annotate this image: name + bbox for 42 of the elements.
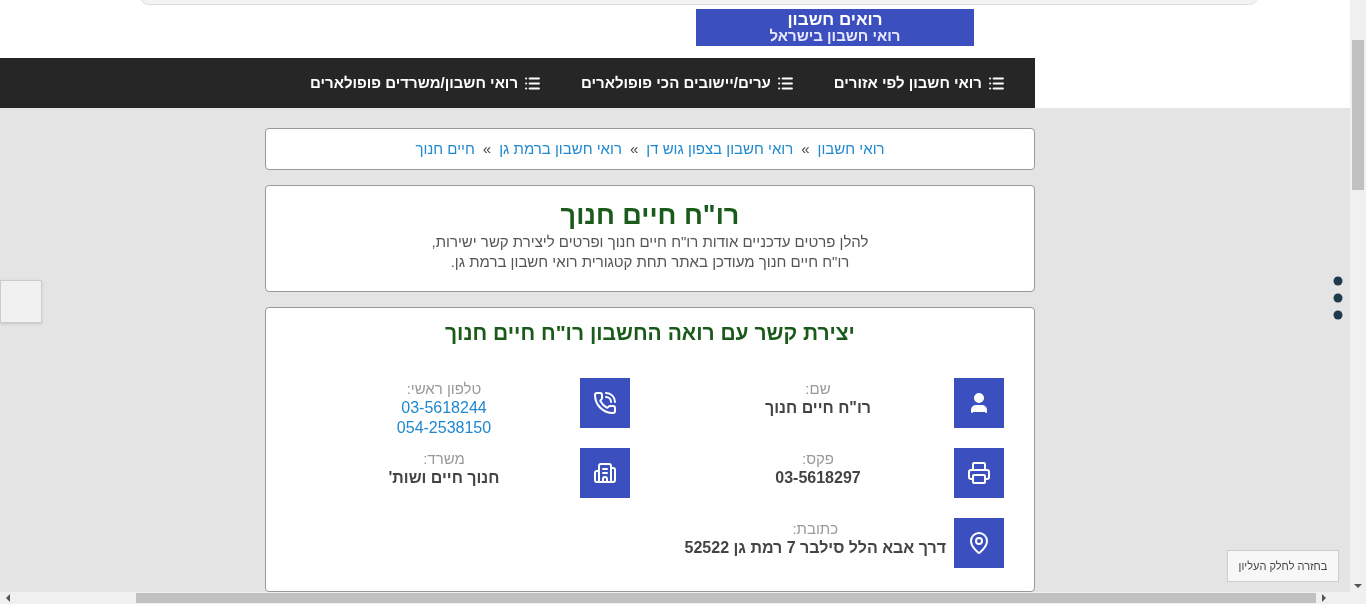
contact-title: יצירת קשר עם רואה החשבון רו"ח חיים חנוך (444, 320, 856, 346)
nav-link[interactable]: רואי חשבון/משרדים פופולארים (310, 71, 542, 95)
field-label: שם: (805, 379, 831, 398)
intro-text: להלן פרטים עדכניים אודות רו"ח חיים חנוך ופרטים ליצירת קשר ישירות, (431, 232, 869, 252)
site-logo[interactable]: רואים חשבון רואי חשבון בישראל (696, 9, 974, 46)
scroll-down-arrow-icon[interactable] (1354, 584, 1362, 588)
scroll-left-arrow-icon[interactable] (6, 594, 10, 602)
vertical-scrollbar-thumb[interactable] (1352, 40, 1364, 190)
field-label: משרד: (423, 449, 465, 468)
field-value: דרך אבא הלל סילבר 7 רמת גן 52522 (684, 538, 946, 558)
phone-icon (593, 391, 617, 415)
breadcrumb-link[interactable]: רואי חשבון (817, 137, 885, 161)
breadcrumb-separator: » (629, 138, 639, 159)
horizontal-scrollbar-thumb[interactable] (136, 593, 1316, 603)
nav-link[interactable]: ערים/יישובים הכי פופולארים (581, 71, 794, 95)
scroll-right-arrow-icon[interactable] (1322, 594, 1326, 602)
list-icon (524, 74, 542, 92)
breadcrumb-link[interactable]: רואי חשבון ברמת גן (499, 137, 622, 161)
field-value: 03-5618297 (775, 468, 861, 488)
map-pin-icon (967, 531, 991, 555)
more-dots-icon[interactable] (1333, 276, 1343, 322)
logo-title: רואים חשבון (787, 11, 883, 28)
nav-link[interactable]: רואי חשבון לפי אזורים (833, 71, 1005, 95)
back-to-top-button[interactable]: בחזרה לחלק העליון (1227, 550, 1339, 582)
intro-text: רו"ח חיים חנוך מעודכן באתר תחת קטגורית רואי חשבון ברמת גן. (450, 252, 850, 272)
logo-subtitle: רואי חשבון בישראל (769, 28, 901, 44)
field-label: פקס: (802, 449, 834, 468)
breadcrumb-separator: » (801, 138, 810, 159)
breadcrumb-link[interactable]: חיים חנוך (415, 137, 475, 161)
field-label: טלפון ראשי: (406, 379, 482, 398)
phone-link[interactable]: 03-5618244 (401, 398, 487, 418)
breadcrumb-separator: » (482, 138, 492, 159)
printer-icon (967, 461, 991, 485)
list-icon (988, 74, 1005, 92)
list-icon (776, 74, 794, 92)
breadcrumb-link[interactable]: רואי חשבון בצפון גוש דן (646, 137, 794, 161)
field-label: כתובת: (792, 519, 839, 538)
phone-link[interactable]: 054-2538150 (396, 418, 492, 438)
page-title: רו"ח חיים חנוך (560, 199, 740, 232)
field-value: רו"ח חיים חנוך (765, 398, 871, 418)
field-value: חנוך חיים ושות' (388, 468, 500, 488)
building-icon (593, 461, 617, 485)
